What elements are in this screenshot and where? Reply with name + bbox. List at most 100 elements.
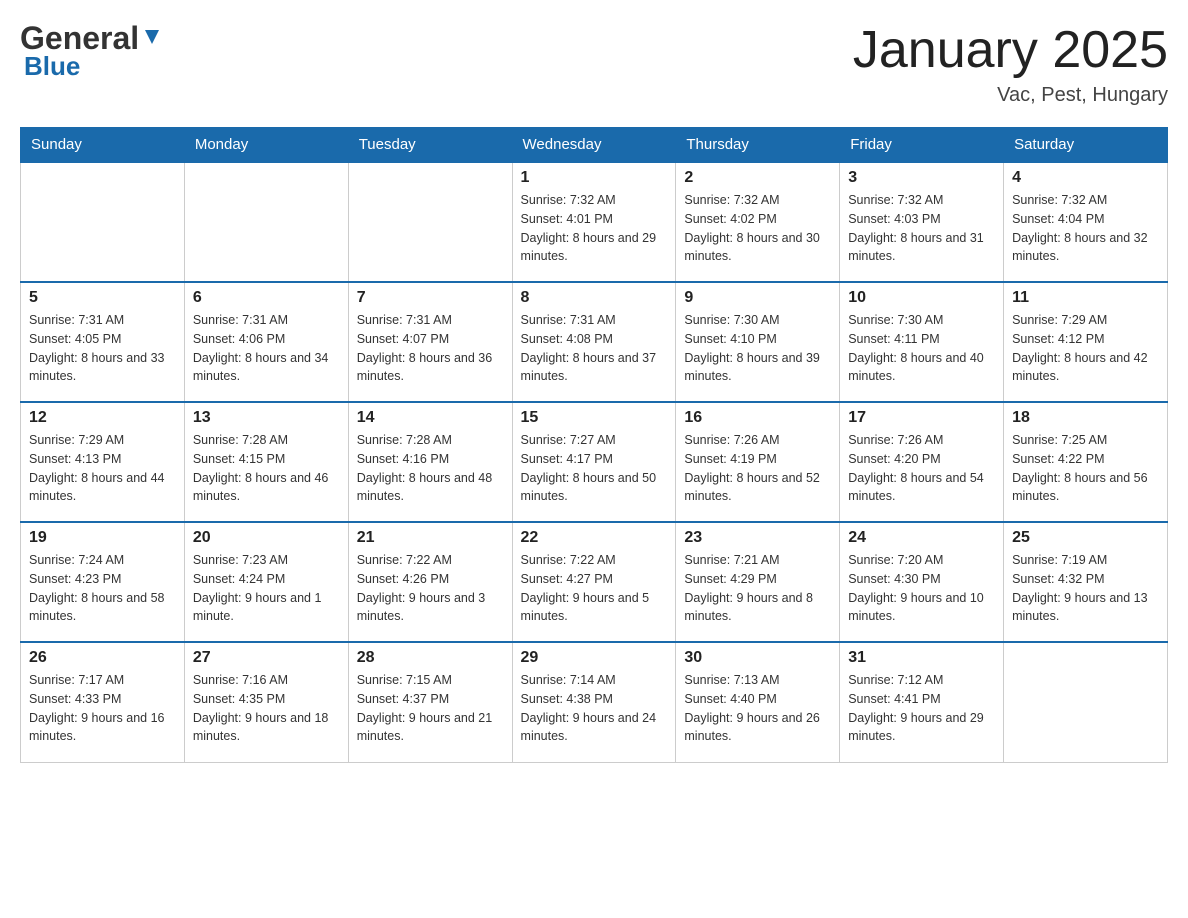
day-number: 9 [684, 289, 831, 307]
day-info: Sunrise: 7:31 AMSunset: 4:06 PMDaylight:… [193, 311, 340, 386]
title-section: January 2025 Vac, Pest, Hungary [853, 20, 1168, 107]
day-info: Sunrise: 7:22 AMSunset: 4:27 PMDaylight:… [521, 551, 668, 626]
day-number: 11 [1012, 289, 1159, 307]
column-header-wednesday: Wednesday [512, 128, 676, 163]
calendar-cell: 10Sunrise: 7:30 AMSunset: 4:11 PMDayligh… [840, 282, 1004, 402]
calendar-cell: 7 Sunrise: 7:31 AMSunset: 4:07 PMDaylight… [348, 282, 512, 402]
column-header-monday: Monday [184, 128, 348, 163]
day-number: 30 [684, 649, 831, 667]
day-info: Sunrise: 7:21 AMSunset: 4:29 PMDaylight:… [684, 551, 831, 626]
day-number: 13 [193, 409, 340, 427]
week-row-2: 5 Sunrise: 7:31 AMSunset: 4:05 PMDaylight… [21, 282, 1168, 402]
calendar-table: SundayMondayTuesdayWednesdayThursdayFrid… [20, 127, 1168, 763]
day-info: Sunrise: 7:30 AMSunset: 4:10 PMDaylight:… [684, 311, 831, 386]
calendar-cell: 15 Sunrise: 7:27 AMSunset: 4:17 PMDayligh… [512, 402, 676, 522]
day-number: 17 [848, 409, 995, 427]
calendar-cell: 19 Sunrise: 7:24 AMSunset: 4:23 PMDayligh… [21, 522, 185, 642]
location: Vac, Pest, Hungary [853, 84, 1168, 107]
day-info: Sunrise: 7:26 AMSunset: 4:19 PMDaylight:… [684, 431, 831, 506]
column-header-friday: Friday [840, 128, 1004, 163]
calendar-header-row: SundayMondayTuesdayWednesdayThursdayFrid… [21, 128, 1168, 163]
week-row-5: 26Sunrise: 7:17 AMSunset: 4:33 PMDayligh… [21, 642, 1168, 762]
calendar-cell: 27Sunrise: 7:16 AMSunset: 4:35 PMDayligh… [184, 642, 348, 762]
day-number: 31 [848, 649, 995, 667]
day-info: Sunrise: 7:12 AMSunset: 4:41 PMDaylight:… [848, 671, 995, 746]
day-number: 24 [848, 529, 995, 547]
day-number: 20 [193, 529, 340, 547]
calendar-cell: 31 Sunrise: 7:12 AMSunset: 4:41 PMDayligh… [840, 642, 1004, 762]
day-info: Sunrise: 7:20 AMSunset: 4:30 PMDaylight:… [848, 551, 995, 626]
day-info: Sunrise: 7:32 AMSunset: 4:02 PMDaylight:… [684, 191, 831, 266]
calendar-cell: 30 Sunrise: 7:13 AMSunset: 4:40 PMDayligh… [676, 642, 840, 762]
day-info: Sunrise: 7:22 AMSunset: 4:26 PMDaylight:… [357, 551, 504, 626]
logo-triangle-icon [141, 26, 163, 48]
day-number: 27 [193, 649, 340, 667]
month-title: January 2025 [853, 20, 1168, 80]
day-info: Sunrise: 7:24 AMSunset: 4:23 PMDaylight:… [29, 551, 176, 626]
day-number: 19 [29, 529, 176, 547]
calendar-cell [1004, 642, 1168, 762]
day-number: 16 [684, 409, 831, 427]
day-number: 6 [193, 289, 340, 307]
calendar-cell: 17 Sunrise: 7:26 AMSunset: 4:20 PMDayligh… [840, 402, 1004, 522]
day-number: 8 [521, 289, 668, 307]
day-info: Sunrise: 7:27 AMSunset: 4:17 PMDaylight:… [521, 431, 668, 506]
day-info: Sunrise: 7:32 AMSunset: 4:04 PMDaylight:… [1012, 191, 1159, 266]
calendar-cell: 23Sunrise: 7:21 AMSunset: 4:29 PMDayligh… [676, 522, 840, 642]
calendar-cell: 8 Sunrise: 7:31 AMSunset: 4:08 PMDaylight… [512, 282, 676, 402]
calendar-cell: 21Sunrise: 7:22 AMSunset: 4:26 PMDayligh… [348, 522, 512, 642]
day-info: Sunrise: 7:29 AMSunset: 4:13 PMDaylight:… [29, 431, 176, 506]
calendar-cell: 11 Sunrise: 7:29 AMSunset: 4:12 PMDayligh… [1004, 282, 1168, 402]
day-info: Sunrise: 7:23 AMSunset: 4:24 PMDaylight:… [193, 551, 340, 626]
column-header-saturday: Saturday [1004, 128, 1168, 163]
day-number: 28 [357, 649, 504, 667]
day-info: Sunrise: 7:19 AMSunset: 4:32 PMDaylight:… [1012, 551, 1159, 626]
calendar-cell: 16 Sunrise: 7:26 AMSunset: 4:19 PMDayligh… [676, 402, 840, 522]
calendar-cell: 20 Sunrise: 7:23 AMSunset: 4:24 PMDayligh… [184, 522, 348, 642]
calendar-cell: 6 Sunrise: 7:31 AMSunset: 4:06 PMDaylight… [184, 282, 348, 402]
day-number: 7 [357, 289, 504, 307]
calendar-cell: 5 Sunrise: 7:31 AMSunset: 4:05 PMDaylight… [21, 282, 185, 402]
day-info: Sunrise: 7:25 AMSunset: 4:22 PMDaylight:… [1012, 431, 1159, 506]
calendar-cell: 14Sunrise: 7:28 AMSunset: 4:16 PMDayligh… [348, 402, 512, 522]
calendar-cell [184, 162, 348, 282]
day-info: Sunrise: 7:29 AMSunset: 4:12 PMDaylight:… [1012, 311, 1159, 386]
calendar-cell [21, 162, 185, 282]
day-info: Sunrise: 7:32 AMSunset: 4:01 PMDaylight:… [521, 191, 668, 266]
day-number: 2 [684, 169, 831, 187]
day-info: Sunrise: 7:28 AMSunset: 4:15 PMDaylight:… [193, 431, 340, 506]
day-info: Sunrise: 7:14 AMSunset: 4:38 PMDaylight:… [521, 671, 668, 746]
column-header-sunday: Sunday [21, 128, 185, 163]
calendar-cell: 18 Sunrise: 7:25 AMSunset: 4:22 PMDayligh… [1004, 402, 1168, 522]
calendar-cell: 24 Sunrise: 7:20 AMSunset: 4:30 PMDayligh… [840, 522, 1004, 642]
day-info: Sunrise: 7:31 AMSunset: 4:08 PMDaylight:… [521, 311, 668, 386]
day-info: Sunrise: 7:31 AMSunset: 4:05 PMDaylight:… [29, 311, 176, 386]
calendar-cell: 28 Sunrise: 7:15 AMSunset: 4:37 PMDayligh… [348, 642, 512, 762]
calendar-cell: 2 Sunrise: 7:32 AMSunset: 4:02 PMDaylight… [676, 162, 840, 282]
day-number: 1 [521, 169, 668, 187]
day-number: 25 [1012, 529, 1159, 547]
day-info: Sunrise: 7:17 AMSunset: 4:33 PMDaylight:… [29, 671, 176, 746]
logo-blue: Blue [24, 51, 80, 82]
day-number: 10 [848, 289, 995, 307]
day-number: 15 [521, 409, 668, 427]
day-number: 14 [357, 409, 504, 427]
week-row-1: 1 Sunrise: 7:32 AMSunset: 4:01 PMDaylight… [21, 162, 1168, 282]
calendar-cell [348, 162, 512, 282]
day-number: 5 [29, 289, 176, 307]
calendar-cell: 26Sunrise: 7:17 AMSunset: 4:33 PMDayligh… [21, 642, 185, 762]
day-number: 18 [1012, 409, 1159, 427]
calendar-cell: 4 Sunrise: 7:32 AMSunset: 4:04 PMDaylight… [1004, 162, 1168, 282]
day-info: Sunrise: 7:26 AMSunset: 4:20 PMDaylight:… [848, 431, 995, 506]
calendar-cell: 3 Sunrise: 7:32 AMSunset: 4:03 PMDaylight… [840, 162, 1004, 282]
day-info: Sunrise: 7:31 AMSunset: 4:07 PMDaylight:… [357, 311, 504, 386]
calendar-cell: 25 Sunrise: 7:19 AMSunset: 4:32 PMDayligh… [1004, 522, 1168, 642]
day-number: 4 [1012, 169, 1159, 187]
day-number: 12 [29, 409, 176, 427]
column-header-thursday: Thursday [676, 128, 840, 163]
day-number: 3 [848, 169, 995, 187]
day-info: Sunrise: 7:32 AMSunset: 4:03 PMDaylight:… [848, 191, 995, 266]
calendar-cell: 13 Sunrise: 7:28 AMSunset: 4:15 PMDayligh… [184, 402, 348, 522]
day-info: Sunrise: 7:15 AMSunset: 4:37 PMDaylight:… [357, 671, 504, 746]
day-info: Sunrise: 7:13 AMSunset: 4:40 PMDaylight:… [684, 671, 831, 746]
